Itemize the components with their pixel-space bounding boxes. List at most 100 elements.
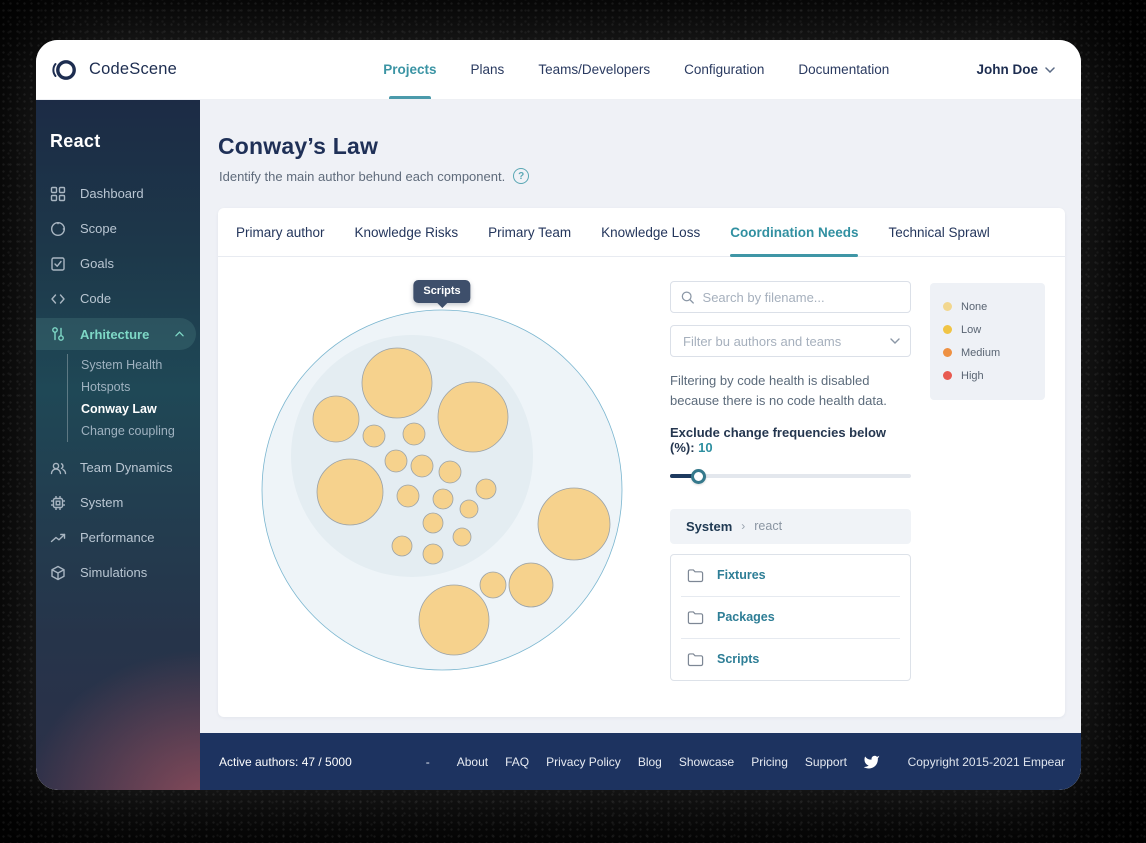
folder-label: Fixtures <box>717 568 766 583</box>
bubble-chart-svg <box>261 309 623 671</box>
architecture-submenu: System Health Hotspots Conway Law Change… <box>67 354 200 442</box>
chart-bubble[interactable] <box>410 454 434 478</box>
footer-link-pricing[interactable]: Pricing <box>751 755 788 769</box>
sidebar-item-team-dynamics[interactable]: Team Dynamics <box>36 450 200 485</box>
chart-bubble[interactable] <box>312 395 360 443</box>
sidebar-item-code[interactable]: Code <box>36 281 200 316</box>
header-nav: Projects Plans Teams/Developers Configur… <box>296 40 976 99</box>
nav-plans[interactable]: Plans <box>471 40 505 99</box>
legend-dot-medium <box>943 348 952 357</box>
nav-projects[interactable]: Projects <box>383 40 436 99</box>
user-menu[interactable]: John Doe <box>976 62 1081 77</box>
footer-link-blog[interactable]: Blog <box>638 755 662 769</box>
slider-track[interactable] <box>670 473 911 478</box>
brand-logo[interactable]: CodeScene <box>36 55 296 85</box>
breadcrumb-root[interactable]: System <box>686 519 732 534</box>
sidebar-item-architecture[interactable]: Arhitecture <box>36 318 196 350</box>
tab-primary-team[interactable]: Primary Team <box>488 208 571 256</box>
folder-row-fixtures[interactable]: Fixtures <box>671 555 910 596</box>
chart-bubble[interactable] <box>452 527 472 547</box>
footer-dash: - <box>425 754 430 769</box>
legend-item-high: High <box>943 364 1032 387</box>
legend-item-medium: Medium <box>943 341 1032 364</box>
nav-teams-developers[interactable]: Teams/Developers <box>538 40 650 99</box>
sidebar-item-scope[interactable]: Scope <box>36 211 200 246</box>
chevron-down-icon <box>890 338 900 344</box>
chart-bubble[interactable] <box>475 478 497 500</box>
tab-coordination-needs[interactable]: Coordination Needs <box>730 208 859 257</box>
chevron-down-icon <box>179 535 188 541</box>
footer-link-support[interactable]: Support <box>805 755 847 769</box>
sidebar-item-label: Performance <box>80 530 155 545</box>
sidebar-item-label: Goals <box>80 256 114 271</box>
sidebar-item-label: Team Dynamics <box>80 460 173 475</box>
chart-bubble[interactable] <box>422 543 444 565</box>
sidebar-item-label: Scope <box>80 221 117 236</box>
author-filter-select[interactable]: Filter bu authors and teams <box>670 325 911 357</box>
chart-bubble[interactable] <box>316 458 384 526</box>
folder-row-packages[interactable]: Packages <box>671 597 910 638</box>
chart-bubble[interactable] <box>422 512 444 534</box>
footer-link-faq[interactable]: FAQ <box>505 755 529 769</box>
tab-primary-author[interactable]: Primary author <box>236 208 325 256</box>
chart-tooltip: Scripts <box>413 280 471 303</box>
legend-dot-high <box>943 371 952 380</box>
subnav-conway-law[interactable]: Conway Law <box>81 398 200 420</box>
page-subtitle: Identify the main author behund each com… <box>219 168 1081 184</box>
chart-bubble[interactable] <box>537 487 611 561</box>
chart-bubble[interactable] <box>418 584 490 656</box>
sidebar-item-goals[interactable]: Goals <box>36 246 200 281</box>
chevron-down-icon <box>179 570 188 576</box>
chart-bubble[interactable] <box>508 562 554 608</box>
chart-bubble[interactable] <box>459 499 479 519</box>
sidebar-item-system[interactable]: System <box>36 485 200 520</box>
code-health-disabled-note: Filtering by code health is disabled bec… <box>670 373 887 409</box>
slider-value: 10 <box>698 439 713 455</box>
folder-row-scripts[interactable]: Scripts <box>671 639 910 680</box>
chart-bubble[interactable] <box>438 460 462 484</box>
chart-bubble[interactable] <box>437 381 509 453</box>
tab-knowledge-risks[interactable]: Knowledge Risks <box>355 208 459 256</box>
top-app-bar: CodeScene Projects Plans Teams/Developer… <box>36 40 1081 100</box>
footer-link-privacy-policy[interactable]: Privacy Policy <box>546 755 621 769</box>
dashboard-icon <box>50 185 67 202</box>
conways-law-card: Primary author Knowledge Risks Primary T… <box>218 208 1065 717</box>
chart-bubble[interactable] <box>432 488 454 510</box>
tab-technical-sprawl[interactable]: Technical Sprawl <box>888 208 989 256</box>
chart-bubble[interactable] <box>396 484 420 508</box>
chart-bubble[interactable] <box>384 449 408 473</box>
main-content: Conway’s Law Identify the main author be… <box>200 100 1081 733</box>
tab-bar: Primary author Knowledge Risks Primary T… <box>218 208 1065 257</box>
sidebar-item-label: Dashboard <box>80 186 144 201</box>
footer-link-showcase[interactable]: Showcase <box>679 755 734 769</box>
author-filter-placeholder: Filter bu authors and teams <box>683 333 842 349</box>
search-box[interactable] <box>670 281 911 313</box>
chart-bubble[interactable] <box>362 424 386 448</box>
subnav-hotspots[interactable]: Hotspots <box>81 376 200 398</box>
subnav-change-coupling[interactable]: Change coupling <box>81 420 200 442</box>
legend-dot-low <box>943 325 952 334</box>
twitter-icon[interactable] <box>863 754 880 769</box>
nav-documentation[interactable]: Documentation <box>798 40 889 99</box>
sidebar-nav-lower: Team Dynamics System Performance Simulat… <box>36 450 200 590</box>
chevron-up-icon <box>175 331 184 337</box>
slider-thumb[interactable] <box>690 468 706 484</box>
chart-bubble[interactable] <box>402 422 426 446</box>
chart-bubble[interactable] <box>391 535 413 557</box>
legend-label: None <box>961 300 988 313</box>
chart-bubble[interactable] <box>479 571 507 599</box>
tab-knowledge-loss[interactable]: Knowledge Loss <box>601 208 700 256</box>
sidebar-item-simulations[interactable]: Simulations <box>36 555 200 590</box>
chart-bubble[interactable] <box>361 347 433 419</box>
sidebar-item-performance[interactable]: Performance <box>36 520 200 555</box>
help-icon[interactable]: ? <box>513 168 530 184</box>
subnav-system-health[interactable]: System Health <box>81 354 200 376</box>
team-dynamics-icon <box>50 459 67 476</box>
footer-link-about[interactable]: About <box>457 755 488 769</box>
change-frequency-slider[interactable] <box>670 468 911 484</box>
folder-icon <box>687 568 704 582</box>
copyright: Copyright 2015-2021 Empear <box>907 754 1065 769</box>
nav-configuration[interactable]: Configuration <box>684 40 764 99</box>
sidebar-item-dashboard[interactable]: Dashboard <box>36 176 200 211</box>
search-input[interactable] <box>702 289 900 305</box>
